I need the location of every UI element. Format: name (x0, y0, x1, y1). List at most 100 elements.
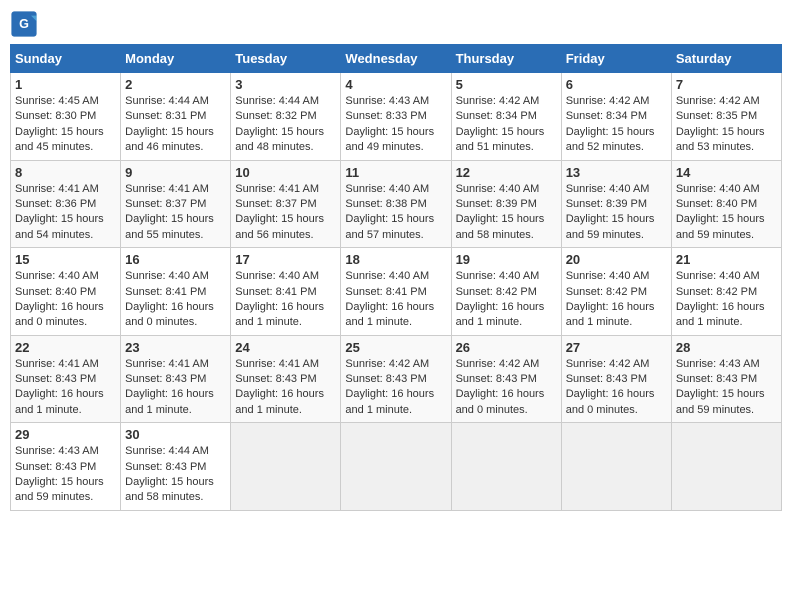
calendar-cell: 6 Sunrise: 4:42 AMSunset: 8:34 PMDayligh… (561, 73, 671, 161)
day-number: 13 (566, 165, 667, 180)
day-number: 6 (566, 77, 667, 92)
calendar-cell: 12 Sunrise: 4:40 AMSunset: 8:39 PMDaylig… (451, 160, 561, 248)
day-detail: Sunrise: 4:43 AMSunset: 8:43 PMDaylight:… (676, 357, 777, 419)
day-number: 30 (125, 427, 226, 442)
calendar-header-row: SundayMondayTuesdayWednesdayThursdayFrid… (11, 45, 782, 73)
day-detail: Sunrise: 4:44 AMSunset: 8:43 PMDaylight:… (125, 444, 226, 506)
day-number: 1 (15, 77, 116, 92)
calendar-week-2: 8 Sunrise: 4:41 AMSunset: 8:36 PMDayligh… (11, 160, 782, 248)
calendar-cell: 16 Sunrise: 4:40 AMSunset: 8:41 PMDaylig… (121, 248, 231, 336)
calendar-week-1: 1 Sunrise: 4:45 AMSunset: 8:30 PMDayligh… (11, 73, 782, 161)
calendar-cell: 11 Sunrise: 4:40 AMSunset: 8:38 PMDaylig… (341, 160, 451, 248)
calendar-cell (671, 423, 781, 511)
svg-text:G: G (19, 17, 29, 31)
header-thursday: Thursday (451, 45, 561, 73)
day-detail: Sunrise: 4:44 AMSunset: 8:32 PMDaylight:… (235, 94, 336, 156)
calendar-cell: 27 Sunrise: 4:42 AMSunset: 8:43 PMDaylig… (561, 335, 671, 423)
calendar-cell: 13 Sunrise: 4:40 AMSunset: 8:39 PMDaylig… (561, 160, 671, 248)
day-detail: Sunrise: 4:40 AMSunset: 8:41 PMDaylight:… (125, 269, 226, 331)
day-detail: Sunrise: 4:41 AMSunset: 8:36 PMDaylight:… (15, 182, 116, 244)
day-detail: Sunrise: 4:42 AMSunset: 8:35 PMDaylight:… (676, 94, 777, 156)
day-detail: Sunrise: 4:42 AMSunset: 8:34 PMDaylight:… (566, 94, 667, 156)
day-number: 15 (15, 252, 116, 267)
day-detail: Sunrise: 4:40 AMSunset: 8:41 PMDaylight:… (235, 269, 336, 331)
day-detail: Sunrise: 4:40 AMSunset: 8:38 PMDaylight:… (345, 182, 446, 244)
day-detail: Sunrise: 4:40 AMSunset: 8:39 PMDaylight:… (456, 182, 557, 244)
day-number: 8 (15, 165, 116, 180)
day-number: 17 (235, 252, 336, 267)
calendar-cell: 7 Sunrise: 4:42 AMSunset: 8:35 PMDayligh… (671, 73, 781, 161)
day-detail: Sunrise: 4:43 AMSunset: 8:43 PMDaylight:… (15, 444, 116, 506)
calendar-week-5: 29 Sunrise: 4:43 AMSunset: 8:43 PMDaylig… (11, 423, 782, 511)
day-number: 21 (676, 252, 777, 267)
calendar-cell: 19 Sunrise: 4:40 AMSunset: 8:42 PMDaylig… (451, 248, 561, 336)
day-number: 9 (125, 165, 226, 180)
day-detail: Sunrise: 4:40 AMSunset: 8:41 PMDaylight:… (345, 269, 446, 331)
day-number: 24 (235, 340, 336, 355)
calendar-cell: 10 Sunrise: 4:41 AMSunset: 8:37 PMDaylig… (231, 160, 341, 248)
calendar-week-3: 15 Sunrise: 4:40 AMSunset: 8:40 PMDaylig… (11, 248, 782, 336)
day-number: 11 (345, 165, 446, 180)
day-number: 2 (125, 77, 226, 92)
day-detail: Sunrise: 4:40 AMSunset: 8:42 PMDaylight:… (676, 269, 777, 331)
header-tuesday: Tuesday (231, 45, 341, 73)
calendar-cell: 17 Sunrise: 4:40 AMSunset: 8:41 PMDaylig… (231, 248, 341, 336)
calendar-cell: 4 Sunrise: 4:43 AMSunset: 8:33 PMDayligh… (341, 73, 451, 161)
day-detail: Sunrise: 4:41 AMSunset: 8:37 PMDaylight:… (235, 182, 336, 244)
calendar-cell: 8 Sunrise: 4:41 AMSunset: 8:36 PMDayligh… (11, 160, 121, 248)
calendar-cell: 18 Sunrise: 4:40 AMSunset: 8:41 PMDaylig… (341, 248, 451, 336)
day-number: 10 (235, 165, 336, 180)
day-number: 26 (456, 340, 557, 355)
day-detail: Sunrise: 4:40 AMSunset: 8:40 PMDaylight:… (15, 269, 116, 331)
calendar-cell: 28 Sunrise: 4:43 AMSunset: 8:43 PMDaylig… (671, 335, 781, 423)
header-friday: Friday (561, 45, 671, 73)
day-number: 22 (15, 340, 116, 355)
calendar-table: SundayMondayTuesdayWednesdayThursdayFrid… (10, 44, 782, 511)
calendar-cell: 15 Sunrise: 4:40 AMSunset: 8:40 PMDaylig… (11, 248, 121, 336)
day-detail: Sunrise: 4:40 AMSunset: 8:42 PMDaylight:… (456, 269, 557, 331)
calendar-cell: 23 Sunrise: 4:41 AMSunset: 8:43 PMDaylig… (121, 335, 231, 423)
day-detail: Sunrise: 4:43 AMSunset: 8:33 PMDaylight:… (345, 94, 446, 156)
day-detail: Sunrise: 4:40 AMSunset: 8:42 PMDaylight:… (566, 269, 667, 331)
calendar-cell (561, 423, 671, 511)
calendar-cell (341, 423, 451, 511)
calendar-cell: 25 Sunrise: 4:42 AMSunset: 8:43 PMDaylig… (341, 335, 451, 423)
calendar-cell: 21 Sunrise: 4:40 AMSunset: 8:42 PMDaylig… (671, 248, 781, 336)
day-detail: Sunrise: 4:40 AMSunset: 8:39 PMDaylight:… (566, 182, 667, 244)
day-detail: Sunrise: 4:42 AMSunset: 8:34 PMDaylight:… (456, 94, 557, 156)
header-wednesday: Wednesday (341, 45, 451, 73)
day-number: 29 (15, 427, 116, 442)
calendar-cell (231, 423, 341, 511)
day-number: 14 (676, 165, 777, 180)
day-number: 16 (125, 252, 226, 267)
day-number: 4 (345, 77, 446, 92)
day-detail: Sunrise: 4:41 AMSunset: 8:43 PMDaylight:… (15, 357, 116, 419)
day-detail: Sunrise: 4:45 AMSunset: 8:30 PMDaylight:… (15, 94, 116, 156)
day-number: 19 (456, 252, 557, 267)
day-number: 18 (345, 252, 446, 267)
header-sunday: Sunday (11, 45, 121, 73)
day-number: 27 (566, 340, 667, 355)
day-number: 7 (676, 77, 777, 92)
day-number: 12 (456, 165, 557, 180)
day-number: 25 (345, 340, 446, 355)
calendar-cell: 22 Sunrise: 4:41 AMSunset: 8:43 PMDaylig… (11, 335, 121, 423)
day-detail: Sunrise: 4:42 AMSunset: 8:43 PMDaylight:… (566, 357, 667, 419)
calendar-week-4: 22 Sunrise: 4:41 AMSunset: 8:43 PMDaylig… (11, 335, 782, 423)
day-detail: Sunrise: 4:40 AMSunset: 8:40 PMDaylight:… (676, 182, 777, 244)
day-number: 23 (125, 340, 226, 355)
day-detail: Sunrise: 4:42 AMSunset: 8:43 PMDaylight:… (345, 357, 446, 419)
calendar-cell: 9 Sunrise: 4:41 AMSunset: 8:37 PMDayligh… (121, 160, 231, 248)
calendar-cell: 26 Sunrise: 4:42 AMSunset: 8:43 PMDaylig… (451, 335, 561, 423)
day-detail: Sunrise: 4:41 AMSunset: 8:43 PMDaylight:… (125, 357, 226, 419)
calendar-cell: 14 Sunrise: 4:40 AMSunset: 8:40 PMDaylig… (671, 160, 781, 248)
header-saturday: Saturday (671, 45, 781, 73)
calendar-cell: 5 Sunrise: 4:42 AMSunset: 8:34 PMDayligh… (451, 73, 561, 161)
day-detail: Sunrise: 4:41 AMSunset: 8:37 PMDaylight:… (125, 182, 226, 244)
logo: G (10, 10, 42, 38)
calendar-cell: 1 Sunrise: 4:45 AMSunset: 8:30 PMDayligh… (11, 73, 121, 161)
calendar-cell: 29 Sunrise: 4:43 AMSunset: 8:43 PMDaylig… (11, 423, 121, 511)
day-number: 3 (235, 77, 336, 92)
calendar-cell: 3 Sunrise: 4:44 AMSunset: 8:32 PMDayligh… (231, 73, 341, 161)
calendar-cell (451, 423, 561, 511)
